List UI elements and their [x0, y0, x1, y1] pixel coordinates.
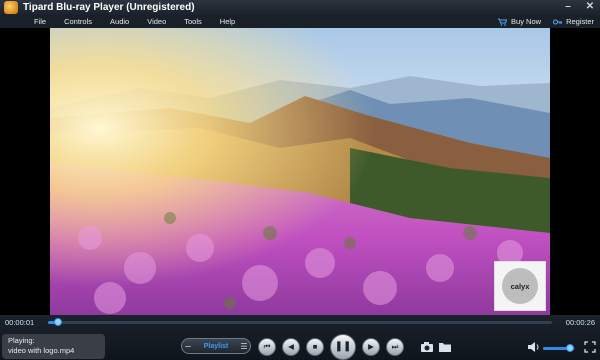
list-icon[interactable]: ☰: [238, 342, 250, 351]
fullscreen-button[interactable]: [583, 341, 597, 353]
volume-slider[interactable]: [543, 344, 575, 352]
register-label: Register: [566, 17, 594, 26]
playlist-toggle[interactable]: – Playlist ☰: [181, 338, 251, 354]
now-playing-label: Playing:: [8, 336, 35, 345]
volume-handle[interactable]: [566, 344, 575, 352]
folder-icon: [439, 343, 451, 352]
current-time: 00:00:01: [5, 318, 35, 327]
collapse-icon[interactable]: –: [182, 341, 194, 352]
menu-tools[interactable]: Tools: [184, 17, 202, 26]
watermark-text: calyx: [510, 281, 530, 291]
skip-forward-icon: ⏭: [391, 342, 399, 352]
video-frame[interactable]: calyx: [50, 28, 550, 315]
control-bar: 00:00:01 00:00:26 Playing: video with lo…: [0, 315, 600, 360]
logo-watermark: calyx: [494, 261, 546, 311]
fullscreen-icon: [584, 341, 596, 353]
watermark-circle: calyx: [502, 268, 538, 304]
total-time: 00:00:26: [565, 318, 595, 327]
volume-icon: [528, 342, 539, 352]
next-button[interactable]: ⏭: [386, 338, 404, 356]
open-folder-button[interactable]: [438, 341, 452, 353]
seek-handle[interactable]: [54, 318, 63, 326]
stop-button[interactable]: ■: [306, 338, 324, 356]
menu-help[interactable]: Help: [220, 17, 235, 26]
menu-bar: File Controls Audio Video Tools Help Buy…: [0, 15, 600, 28]
fast-forward-icon: ▶: [368, 342, 374, 352]
pause-button[interactable]: ❚❚: [330, 334, 356, 360]
minimize-button[interactable]: –: [562, 1, 574, 13]
cart-icon: [498, 18, 508, 26]
window-controls: – ✕: [562, 1, 596, 13]
menu-file[interactable]: File: [34, 17, 46, 26]
app-logo-icon: [4, 1, 18, 14]
close-button[interactable]: ✕: [584, 1, 596, 13]
camera-icon: [421, 342, 433, 352]
register-button[interactable]: Register: [553, 17, 594, 26]
key-icon: [553, 18, 563, 26]
buy-now-button[interactable]: Buy Now: [498, 17, 541, 26]
now-playing-file: video with logo.mp4: [8, 346, 75, 355]
menu-right: Buy Now Register: [498, 15, 594, 28]
stop-icon: ■: [312, 342, 318, 352]
rewind-icon: ◀: [288, 342, 294, 352]
video-scene: [50, 28, 550, 315]
video-area[interactable]: calyx: [0, 28, 600, 315]
menu-video[interactable]: Video: [147, 17, 166, 26]
window-title: Tipard Blu-ray Player (Unregistered): [23, 2, 195, 13]
title-bar: Tipard Blu-ray Player (Unregistered) – ✕: [0, 0, 600, 15]
playlist-label: Playlist: [203, 342, 229, 350]
volume-button[interactable]: [527, 341, 541, 353]
buy-now-label: Buy Now: [511, 17, 542, 26]
menu-audio[interactable]: Audio: [110, 17, 129, 26]
menu-list: File Controls Audio Video Tools Help: [26, 17, 235, 26]
pause-icon: ❚❚: [334, 341, 352, 353]
rewind-button[interactable]: ◀: [282, 338, 300, 356]
seek-bar[interactable]: [48, 318, 552, 326]
snapshot-button[interactable]: [420, 341, 434, 353]
menu-controls[interactable]: Controls: [64, 17, 92, 26]
forward-button[interactable]: ▶: [362, 338, 380, 356]
skip-back-icon: ⏮: [263, 342, 271, 352]
now-playing-panel: Playing: video with logo.mp4: [2, 334, 105, 359]
previous-button[interactable]: ⏮: [258, 338, 276, 356]
